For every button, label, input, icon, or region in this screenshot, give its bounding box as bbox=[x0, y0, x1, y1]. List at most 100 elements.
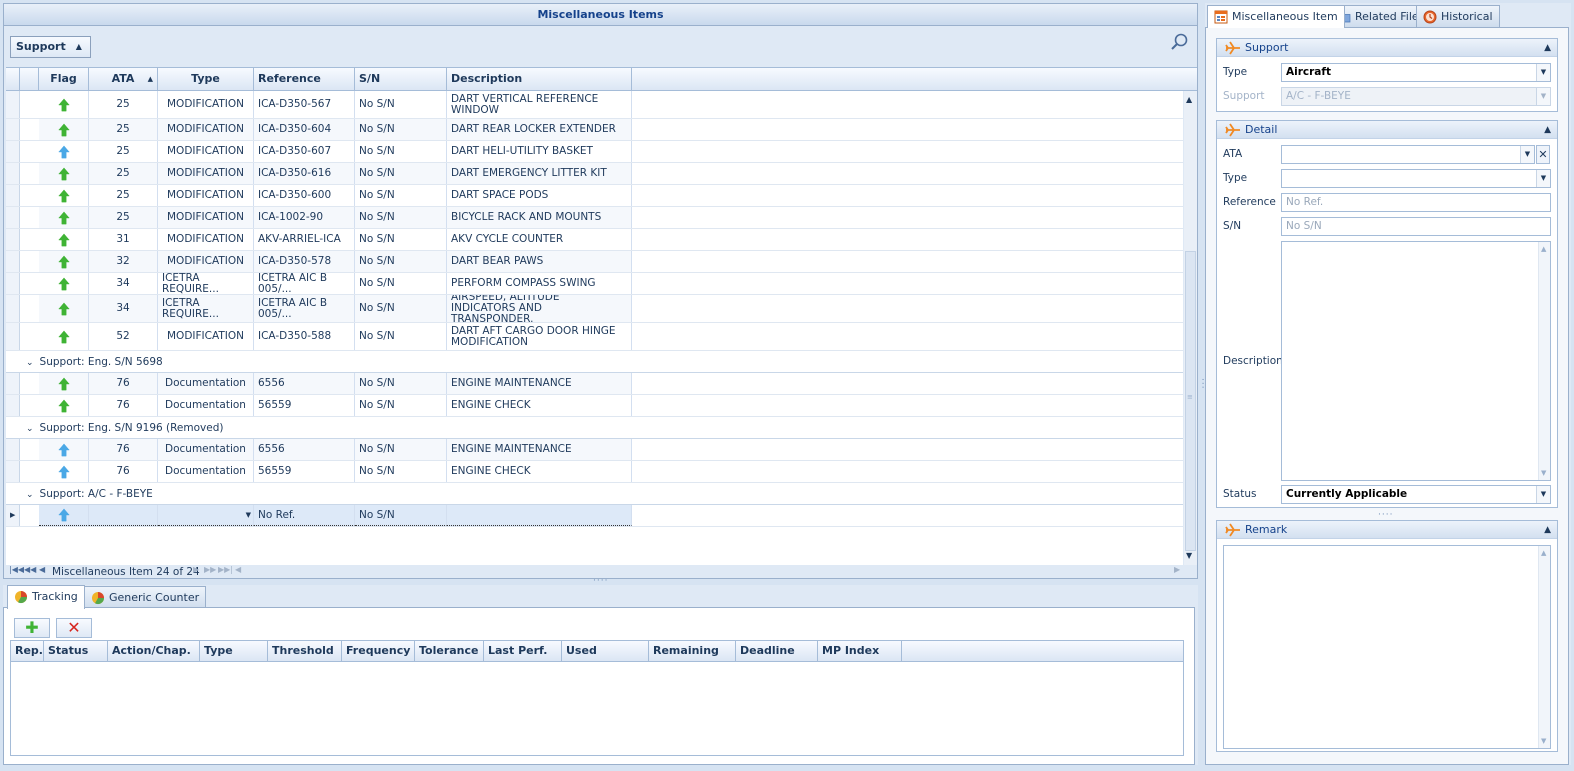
col-header-threshold[interactable]: Threshold bbox=[268, 641, 342, 661]
col-header-rep[interactable]: Rep. bbox=[11, 641, 44, 661]
row-indicator[interactable] bbox=[6, 273, 20, 294]
cell-ref[interactable]: ICA-D350-607 bbox=[254, 141, 355, 162]
col-header-reference[interactable]: Reference bbox=[254, 68, 355, 90]
cell-ref[interactable]: ICA-D350-600 bbox=[254, 185, 355, 206]
col-header-used[interactable]: Used bbox=[562, 641, 649, 661]
table-row[interactable]: 31 MODIFICATION AKV-ARRIEL-ICA No S/N AKV CY… bbox=[6, 229, 1183, 251]
cell-ref[interactable]: ICA-D350-567 bbox=[254, 91, 355, 118]
next-record-icon[interactable]: ▶ bbox=[193, 565, 199, 574]
tab-historical[interactable]: Historical bbox=[1416, 5, 1500, 27]
cell-ata[interactable]: 76 bbox=[89, 395, 158, 416]
group-row[interactable]: ⌄ Support: A/C - F-BEYE bbox=[6, 483, 1183, 505]
cell-ata[interactable]: 25 bbox=[89, 141, 158, 162]
cell-desc[interactable]: ENGINE CHECK bbox=[447, 395, 632, 416]
row-indicator[interactable] bbox=[6, 163, 20, 184]
last-record-icon[interactable]: ▶▶| bbox=[218, 565, 233, 574]
col-header-deadline[interactable]: Deadline bbox=[736, 641, 818, 661]
cell-sn[interactable]: No S/N bbox=[355, 207, 447, 228]
chevron-down-icon[interactable]: ▼ bbox=[1536, 486, 1550, 503]
cell-type[interactable]: ▼ bbox=[158, 505, 254, 526]
cell-ata[interactable] bbox=[89, 505, 158, 526]
scroll-down-icon[interactable]: ▼ bbox=[1541, 737, 1546, 745]
cell-desc[interactable]: DART REAR LOCKER EXTENDER bbox=[447, 119, 632, 140]
cell-type[interactable]: MODIFICATION bbox=[158, 207, 254, 228]
table-row[interactable]: 34 ICETRA REQUIRE... ICETRA AIC B 005/... N… bbox=[6, 295, 1183, 323]
cell-ref[interactable]: 56559 bbox=[254, 461, 355, 482]
row-indicator[interactable] bbox=[6, 323, 20, 350]
cell-ata[interactable]: 32 bbox=[89, 251, 158, 272]
status-select[interactable]: Currently Applicable ▼ bbox=[1281, 485, 1551, 504]
detail-section-header[interactable]: Detail ▲ bbox=[1217, 121, 1557, 139]
cell-flag[interactable] bbox=[39, 439, 89, 460]
chevron-down-icon[interactable]: ⌄ bbox=[26, 418, 34, 440]
cell-sn[interactable]: No S/N bbox=[355, 461, 447, 482]
cell-ref[interactable]: ICA-D350-616 bbox=[254, 163, 355, 184]
cell-type[interactable]: ICETRA REQUIRE... bbox=[158, 273, 254, 294]
cell-desc[interactable]: DART AFT CARGO DOOR HINGE MODIFICATION bbox=[447, 323, 632, 350]
tab-generic-counter[interactable]: Generic Counter bbox=[84, 586, 207, 609]
row-indicator[interactable] bbox=[6, 229, 20, 250]
cell-ata[interactable]: 25 bbox=[89, 163, 158, 184]
cell-ata[interactable]: 31 bbox=[89, 229, 158, 250]
support-type-select[interactable]: Aircraft ▼ bbox=[1281, 63, 1551, 82]
table-row[interactable]: 25 MODIFICATION ICA-D350-604 No S/N DART REA… bbox=[6, 119, 1183, 141]
cell-desc[interactable]: AIRSPEED, ALTITUDE INDICATORS AND TRANSP… bbox=[447, 295, 632, 322]
scroll-up-icon[interactable]: ▲ bbox=[1541, 245, 1546, 253]
cell-desc[interactable]: DART BEAR PAWS bbox=[447, 251, 632, 272]
cell-desc[interactable] bbox=[447, 505, 632, 526]
cell-desc[interactable]: DART SPACE PODS bbox=[447, 185, 632, 206]
row-indicator[interactable] bbox=[6, 395, 20, 416]
table-row[interactable]: 25 MODIFICATION ICA-D350-600 No S/N DART SPA… bbox=[6, 185, 1183, 207]
cell-ata[interactable]: 25 bbox=[89, 119, 158, 140]
table-row[interactable]: 34 ICETRA REQUIRE... ICETRA AIC B 005/... N… bbox=[6, 273, 1183, 295]
cell-sn[interactable]: No S/N bbox=[355, 163, 447, 184]
scroll-up-icon[interactable]: ▲ bbox=[1541, 549, 1546, 557]
add-tracking-button[interactable]: ✚ bbox=[14, 618, 50, 638]
col-header-last-perf[interactable]: Last Perf. bbox=[484, 641, 562, 661]
table-row[interactable]: 76 Documentation 56559 No S/N ENGINE CHECK bbox=[6, 395, 1183, 417]
col-header-sn[interactable]: S/N bbox=[355, 68, 447, 90]
cell-sn[interactable]: No S/N bbox=[355, 91, 447, 118]
chevron-down-icon[interactable]: ⌄ bbox=[26, 484, 34, 506]
vertical-scrollbar[interactable]: ▲ ≡ ▼ bbox=[1184, 91, 1197, 565]
cell-ref[interactable]: ICA-D350-578 bbox=[254, 251, 355, 272]
collapse-icon[interactable]: ▲ bbox=[1544, 39, 1551, 57]
table-row[interactable]: 32 MODIFICATION ICA-D350-578 No S/N DART BEA… bbox=[6, 251, 1183, 273]
cell-sn[interactable]: No S/N bbox=[355, 505, 447, 526]
cell-flag[interactable] bbox=[39, 91, 89, 118]
row-indicator[interactable] bbox=[6, 373, 20, 394]
scroll-down-icon[interactable]: ▼ bbox=[1186, 551, 1192, 560]
cell-type[interactable]: MODIFICATION bbox=[158, 229, 254, 250]
table-row[interactable]: ▶ ▼ No Ref. No S/N bbox=[6, 505, 1183, 527]
cell-flag[interactable] bbox=[39, 395, 89, 416]
collapse-icon[interactable]: ▲ bbox=[1544, 521, 1551, 539]
row-indicator[interactable] bbox=[6, 185, 20, 206]
prev-page-icon[interactable]: ◀◀ bbox=[24, 565, 36, 574]
cell-ata[interactable]: 76 bbox=[89, 373, 158, 394]
cell-flag[interactable] bbox=[39, 323, 89, 350]
tab-miscellaneous-item[interactable]: Miscellaneous Item bbox=[1207, 5, 1345, 28]
col-header-flag[interactable]: Flag bbox=[39, 68, 89, 90]
cell-flag[interactable] bbox=[39, 163, 89, 184]
chevron-down-icon[interactable]: ▼ bbox=[246, 510, 251, 521]
reference-input[interactable]: No Ref. bbox=[1281, 193, 1551, 212]
table-row[interactable]: 25 MODIFICATION ICA-D350-616 No S/N DART EME… bbox=[6, 163, 1183, 185]
cell-ref[interactable]: ICETRA AIC B 005/... bbox=[254, 295, 355, 322]
cell-ref[interactable]: 56559 bbox=[254, 395, 355, 416]
scroll-down-icon[interactable]: ▼ bbox=[1541, 469, 1546, 477]
row-indicator[interactable] bbox=[6, 141, 20, 162]
cell-desc[interactable]: PERFORM COMPASS SWING bbox=[447, 273, 632, 294]
table-row[interactable]: 25 MODIFICATION ICA-D350-567 No S/N DART VER… bbox=[6, 91, 1183, 119]
cell-sn[interactable]: No S/N bbox=[355, 141, 447, 162]
cell-flag[interactable] bbox=[39, 185, 89, 206]
cell-type[interactable]: Documentation bbox=[158, 439, 254, 460]
table-row[interactable]: 76 Documentation 6556 No S/N ENGINE MAINTENA… bbox=[6, 439, 1183, 461]
cell-type[interactable]: Documentation bbox=[158, 373, 254, 394]
cell-ata[interactable]: 25 bbox=[89, 91, 158, 118]
collapse-icon[interactable]: ▲ bbox=[1544, 121, 1551, 139]
cell-ref[interactable]: ICA-1002-90 bbox=[254, 207, 355, 228]
chevron-down-icon[interactable]: ⌄ bbox=[26, 352, 34, 374]
remark-textarea[interactable]: ▲ ▼ bbox=[1223, 545, 1551, 749]
support-section-header[interactable]: Support ▲ bbox=[1217, 39, 1557, 57]
cell-type[interactable]: MODIFICATION bbox=[158, 251, 254, 272]
